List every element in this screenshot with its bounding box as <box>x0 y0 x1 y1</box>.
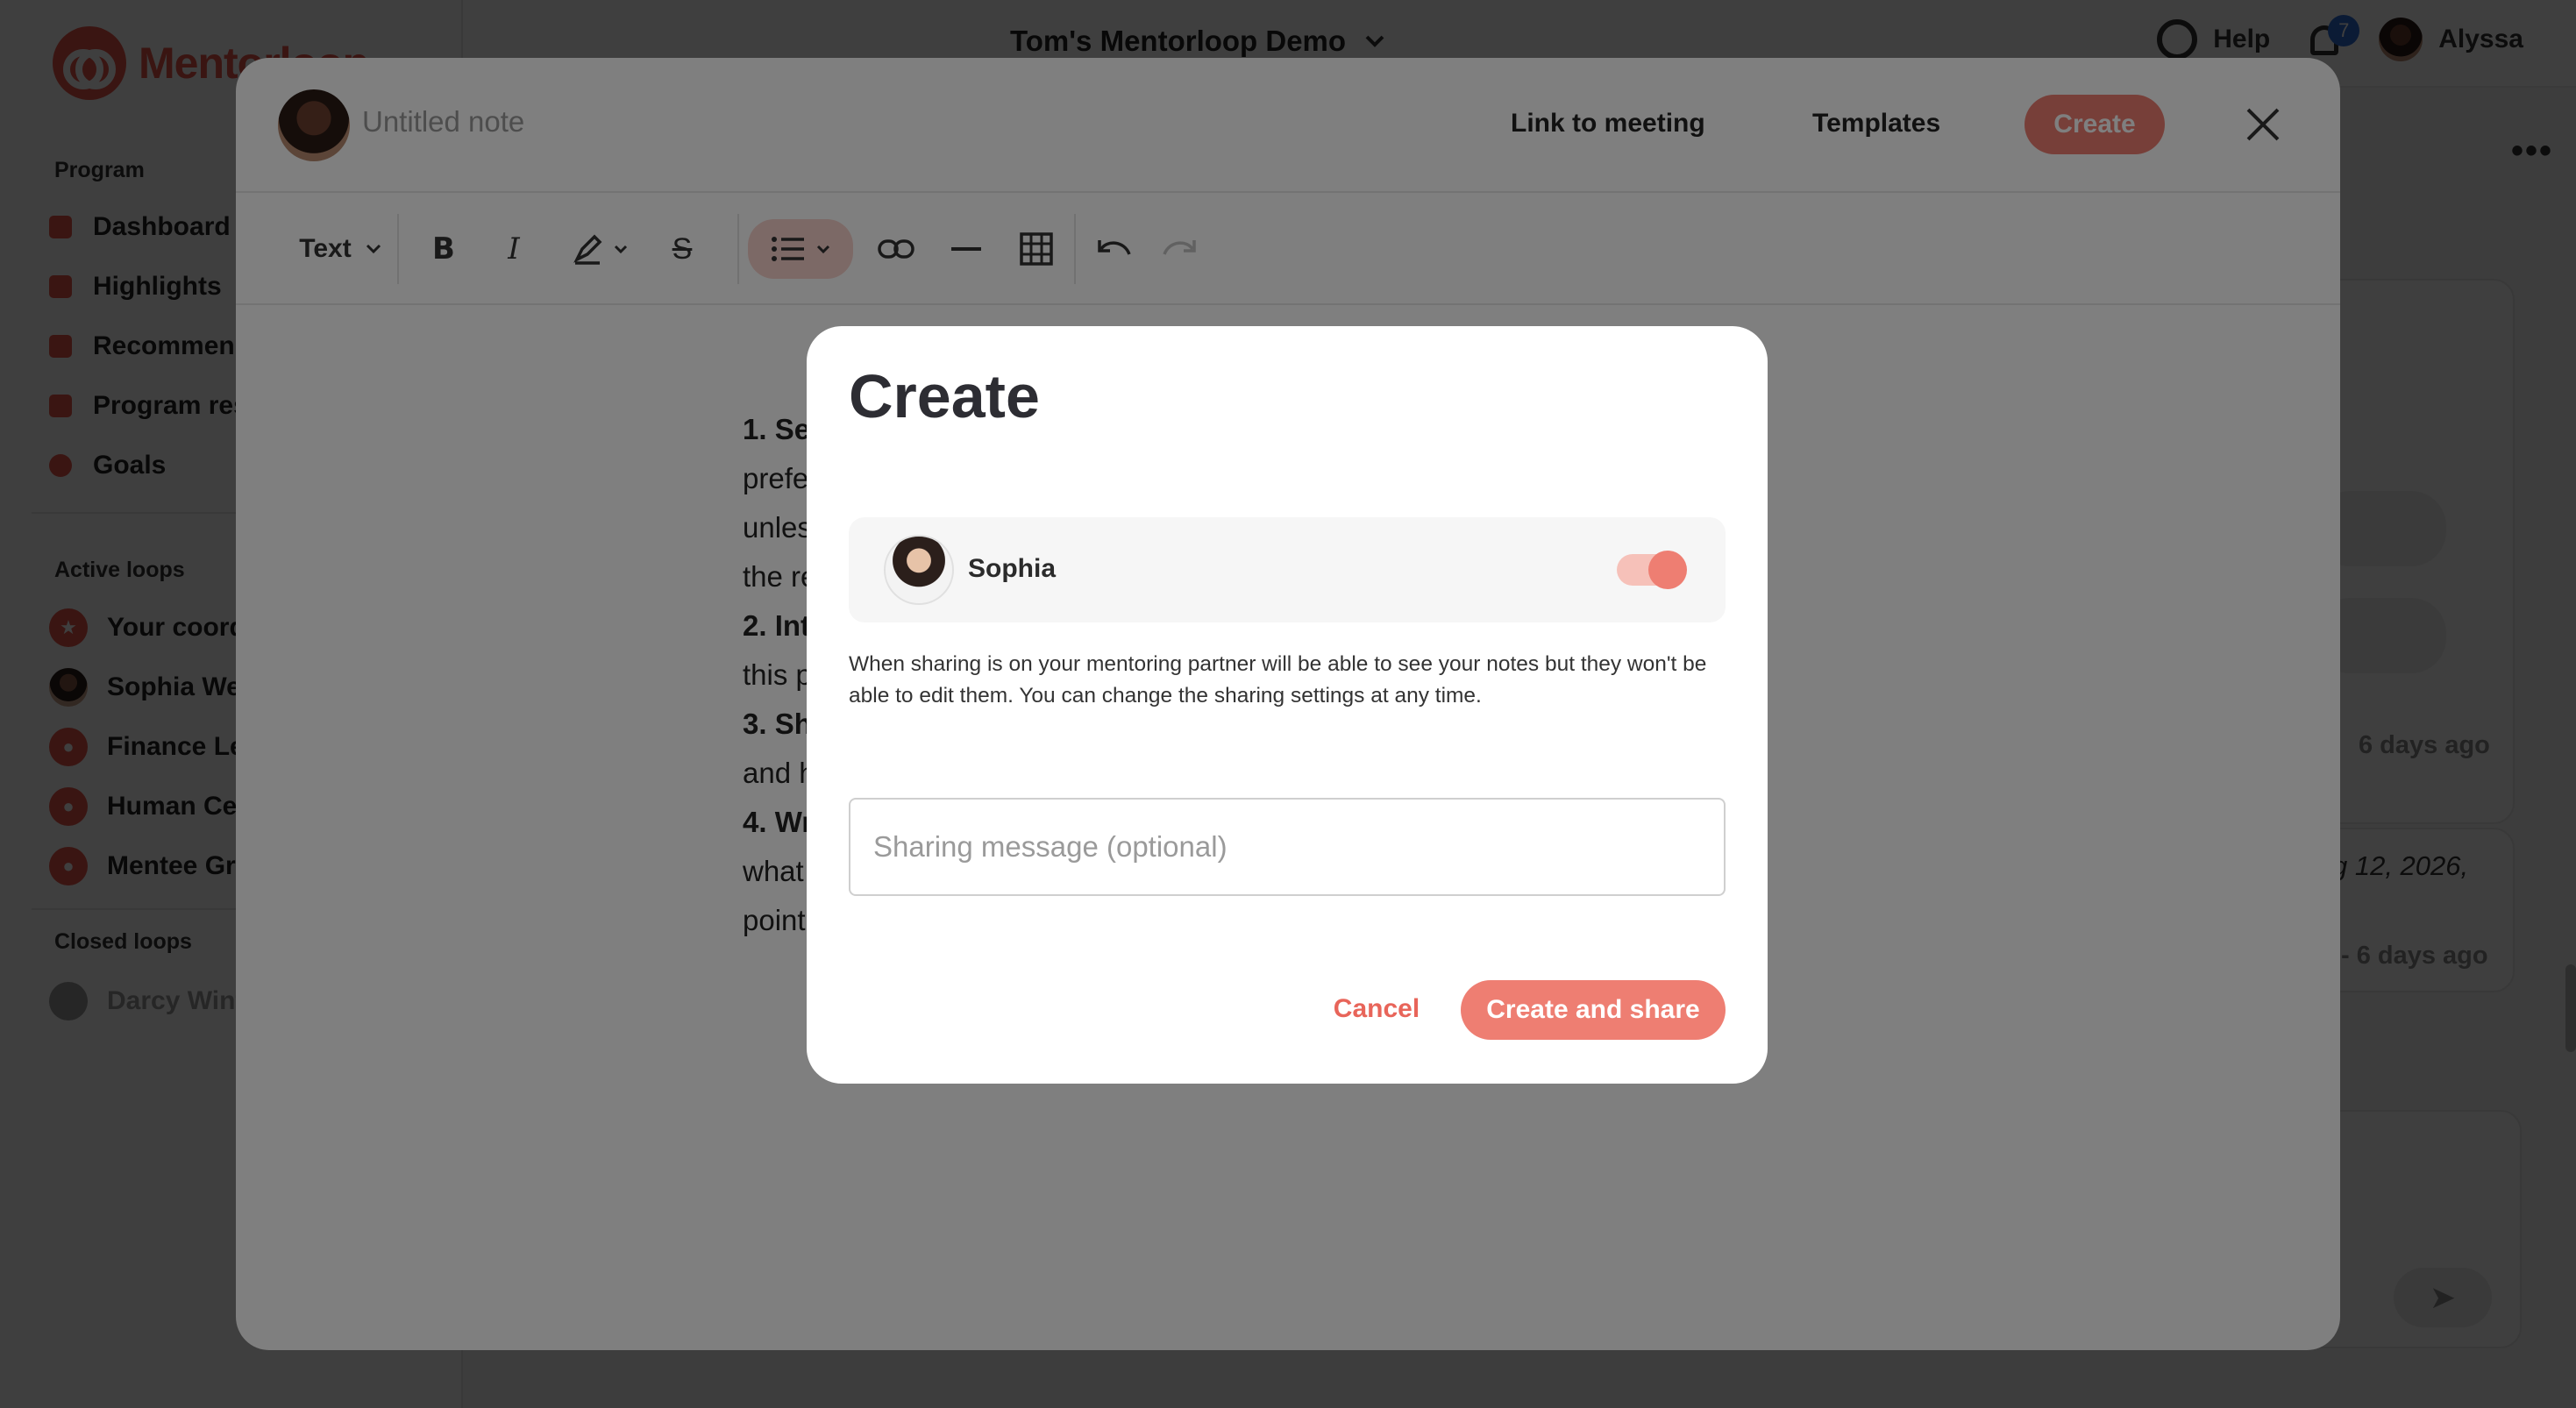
sharing-message-input[interactable] <box>849 798 1726 896</box>
create-and-share-button[interactable]: Create and share <box>1461 980 1726 1040</box>
share-partner-card: Sophia <box>849 517 1726 622</box>
toggle-knob <box>1648 551 1687 589</box>
avatar <box>884 535 954 605</box>
dialog-title: Create <box>849 362 1040 430</box>
partner-name: Sophia <box>968 554 1057 583</box>
cancel-button[interactable]: Cancel <box>1298 980 1455 1038</box>
sharing-toggle[interactable] <box>1617 551 1687 589</box>
create-share-dialog: Create Sophia When sharing is on your me… <box>807 326 1768 1084</box>
sharing-hint: When sharing is on your mentoring partne… <box>849 652 1707 708</box>
